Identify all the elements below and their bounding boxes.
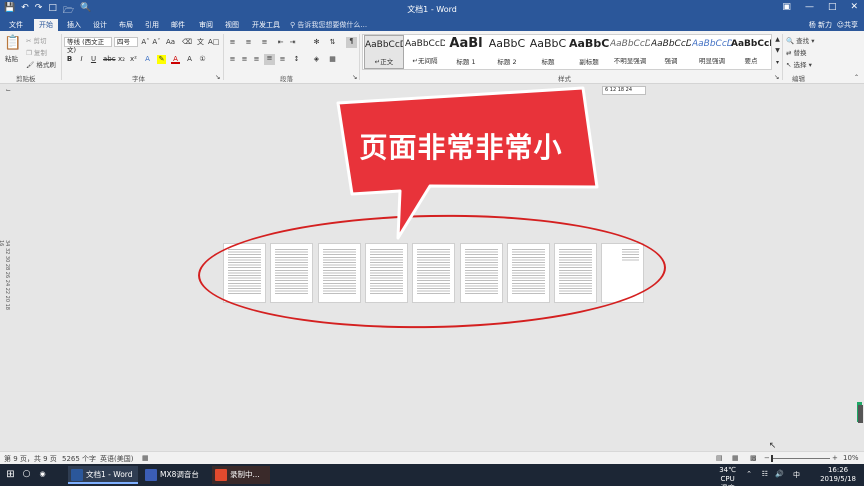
taskbar-label: 文档1 - Word [86, 470, 133, 479]
word-count[interactable]: 5265 个字 [62, 454, 96, 464]
zoom-slider-thumb[interactable] [771, 455, 773, 462]
taskbar-item-mixer[interactable]: MX8调音台 [142, 466, 208, 484]
web-layout-icon[interactable]: ▩ [750, 454, 757, 462]
recorder-icon [215, 469, 227, 481]
read-mode-icon[interactable]: ▤ [716, 454, 723, 462]
clock-time: 16:26 [827, 466, 849, 474]
zoom-in-icon[interactable]: + [832, 454, 838, 462]
status-bar: 第 9 页，共 9 页 5265 个字 英语(美国) ▦ ▤ ▦ ▩ − + 1… [0, 451, 864, 464]
taskbar-item-word[interactable]: 文档1 - Word [68, 466, 138, 484]
zoom-level[interactable]: 10% [843, 454, 859, 462]
ime-icon[interactable]: 中 [793, 470, 800, 480]
word-icon [71, 469, 83, 481]
print-layout-icon[interactable]: ▦ [732, 454, 739, 462]
taskbar: ⊞ ○ ◉ 文档1 - Word MX8调音台 录制中... 34℃ CPU温度… [0, 464, 864, 486]
zoom-out-icon[interactable]: − [764, 454, 770, 462]
cortana-icon[interactable]: ○ [22, 470, 31, 479]
chrome-icon[interactable]: ◉ [38, 470, 47, 479]
cpu-temperature[interactable]: 34℃ CPU温度 [719, 466, 736, 486]
mouse-cursor-icon: ↖ [768, 441, 777, 451]
language[interactable]: 英语(美国) [100, 454, 133, 464]
start-icon[interactable]: ⊞ [6, 470, 15, 480]
taskbar-label: MX8调音台 [160, 470, 199, 479]
taskbar-item-recorder[interactable]: 录制中... [212, 466, 270, 484]
network-icon[interactable]: ☷ [762, 470, 768, 478]
callout-text: 页面非常非常小 [359, 131, 563, 164]
clock-date: 2019/5/18 [820, 475, 856, 483]
zoom-slider[interactable] [772, 458, 830, 459]
vertical-scrollbar[interactable] [856, 96, 864, 451]
clock[interactable]: 16:26 2019/5/18 [820, 466, 856, 484]
volume-icon[interactable]: 🔊 [775, 470, 784, 478]
page-count[interactable]: 第 9 页，共 9 页 [4, 454, 57, 464]
scroll-position-marker [858, 405, 863, 423]
temperature-value: 34℃ [719, 466, 736, 474]
temperature-label: CPU温度 [720, 475, 735, 486]
annotation-callout [336, 86, 599, 240]
taskbar-label: 录制中... [230, 470, 260, 479]
macro-icon[interactable]: ▦ [142, 454, 149, 462]
mixer-icon [145, 469, 157, 481]
tray-expand-icon[interactable]: ⌃ [746, 470, 752, 478]
